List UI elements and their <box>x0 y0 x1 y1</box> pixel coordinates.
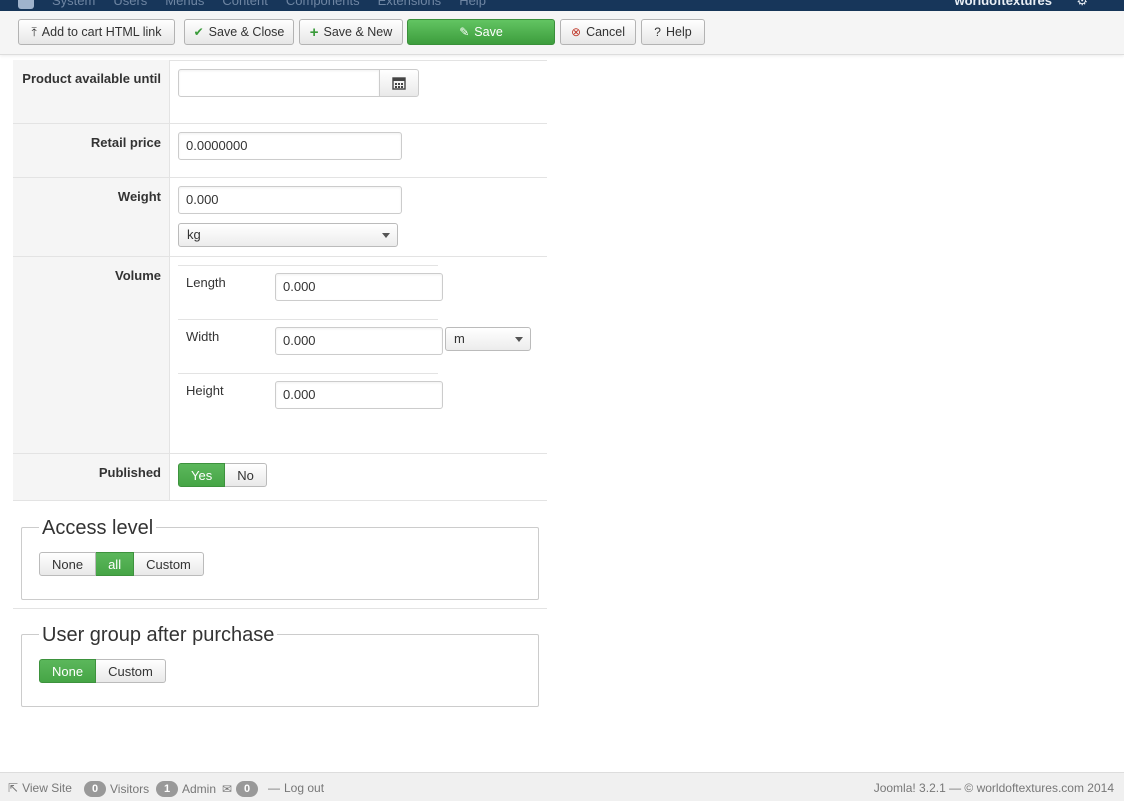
edit-icon: ✎ <box>459 25 470 39</box>
footer-copyright: Joomla! 3.2.1 — © worldoftextures.com 20… <box>873 781 1114 795</box>
messages-status[interactable]: ✉ 0 <box>222 781 259 797</box>
retail-price-input[interactable]: 0.0000000 <box>178 132 402 160</box>
weight-input[interactable]: 0.000 <box>178 186 402 214</box>
save-new-button[interactable]: + Save & New <box>299 19 403 45</box>
menu-menus[interactable]: Menus <box>165 0 204 8</box>
weight-label: Weight <box>117 189 161 204</box>
width-label: Width <box>186 329 220 344</box>
published-yes-button[interactable]: Yes <box>178 463 226 487</box>
length-input[interactable]: 0.000 <box>275 273 443 301</box>
menu-content[interactable]: Content <box>222 0 268 8</box>
height-input[interactable]: 0.000 <box>275 381 443 409</box>
view-site-link[interactable]: ⇱ View Site <box>8 781 72 795</box>
row-retail-price: Retail price 0.0000000 <box>13 124 547 178</box>
menu-extensions[interactable]: Extensions <box>378 0 442 8</box>
calendar-button[interactable] <box>379 69 419 97</box>
menu-system[interactable]: System <box>52 0 95 8</box>
messages-badge: 0 <box>236 781 259 797</box>
joomla-logo-icon[interactable] <box>18 0 34 9</box>
user-group-none-button[interactable]: None <box>39 659 97 683</box>
save-close-button[interactable]: ✔ Save & Close <box>184 19 294 45</box>
published-toggle: Yes No <box>178 463 267 487</box>
user-group-custom-button[interactable]: Custom <box>96 659 166 683</box>
gear-icon[interactable]: ⚙ <box>1076 0 1088 9</box>
access-level-toggle: None all Custom <box>39 552 204 576</box>
help-label: Help <box>665 25 692 39</box>
row-published: Published Yes No <box>13 454 547 501</box>
upload-icon: ⤒ <box>31 25 37 39</box>
add-to-cart-label: Add to cart HTML link <box>41 25 162 39</box>
menu-help[interactable]: Help <box>459 0 486 8</box>
plus-icon: + <box>309 23 319 41</box>
admin-badge: 1 <box>156 781 178 797</box>
access-all-button[interactable]: all <box>96 552 135 576</box>
visitors-badge: 0 <box>84 781 106 797</box>
visitors-status: 0 Visitors <box>84 781 149 797</box>
calendar-icon <box>392 77 406 90</box>
save-new-label: Save & New <box>323 25 393 39</box>
top-menu: System Users Menus Content Components Extensi… <box>18 0 504 9</box>
status-bar: ⇱ View Site 0 Visitors 1 Admin ✉ 0 — Log… <box>0 772 1124 801</box>
chevron-down-icon <box>382 233 390 238</box>
user-menu[interactable]: worldoftextures <box>954 0 1052 8</box>
visitors-label: Visitors <box>110 782 150 796</box>
view-site-label: View Site <box>22 781 72 795</box>
volume-unit-value: m <box>454 331 465 346</box>
row-available-until: Product available until <box>13 60 547 124</box>
top-nav-bar: System Users Menus Content Components Extensi… <box>0 0 1124 11</box>
volume-unit-select[interactable]: m <box>445 327 531 351</box>
access-none-button[interactable]: None <box>39 552 97 576</box>
height-label: Height <box>186 383 224 398</box>
row-weight: Weight 0.000 kg <box>13 178 547 257</box>
weight-unit-select[interactable]: kg <box>178 223 398 247</box>
cancel-label: Cancel <box>586 25 625 39</box>
envelope-icon: ✉ <box>222 782 233 796</box>
available-until-label: Product available until <box>22 71 161 86</box>
save-button[interactable]: ✎ Save <box>407 19 555 45</box>
add-to-cart-link-button[interactable]: ⤒ Add to cart HTML link <box>18 19 175 45</box>
user-group-toggle: None Custom <box>39 659 166 683</box>
divider <box>13 608 547 609</box>
help-icon: ? <box>654 25 661 39</box>
save-label: Save <box>474 25 503 39</box>
logout-label: Log out <box>284 781 325 795</box>
volume-label: Volume <box>115 268 161 283</box>
published-no-button[interactable]: No <box>225 463 267 487</box>
menu-components[interactable]: Components <box>286 0 360 8</box>
retail-price-label: Retail price <box>90 135 161 150</box>
admin-status: 1 Admin <box>156 781 216 797</box>
save-close-label: Save & Close <box>208 25 285 39</box>
access-custom-button[interactable]: Custom <box>134 552 204 576</box>
cancel-icon: ⊗ <box>571 25 582 39</box>
available-until-input[interactable] <box>178 69 380 97</box>
user-group-legend: User group after purchase <box>39 623 278 647</box>
help-button[interactable]: ? Help <box>641 19 705 45</box>
row-volume: Volume Length 0.000 Width 0.000 m Height… <box>13 257 547 454</box>
logout-icon: — <box>268 781 280 795</box>
toolbar: ⤒ Add to cart HTML link ✔ Save & Close +… <box>0 11 1124 55</box>
admin-label: Admin <box>182 782 217 796</box>
logout-link[interactable]: — Log out <box>268 781 324 795</box>
chevron-down-icon <box>515 337 523 342</box>
access-level-legend: Access level <box>39 516 157 540</box>
length-label: Length <box>186 275 226 290</box>
published-label: Published <box>98 465 161 480</box>
external-link-icon: ⇱ <box>8 781 19 795</box>
check-icon: ✔ <box>193 25 204 39</box>
width-input[interactable]: 0.000 <box>275 327 443 355</box>
cancel-button[interactable]: ⊗ Cancel <box>560 19 636 45</box>
weight-unit-value: kg <box>187 227 201 242</box>
menu-users[interactable]: Users <box>113 0 147 8</box>
